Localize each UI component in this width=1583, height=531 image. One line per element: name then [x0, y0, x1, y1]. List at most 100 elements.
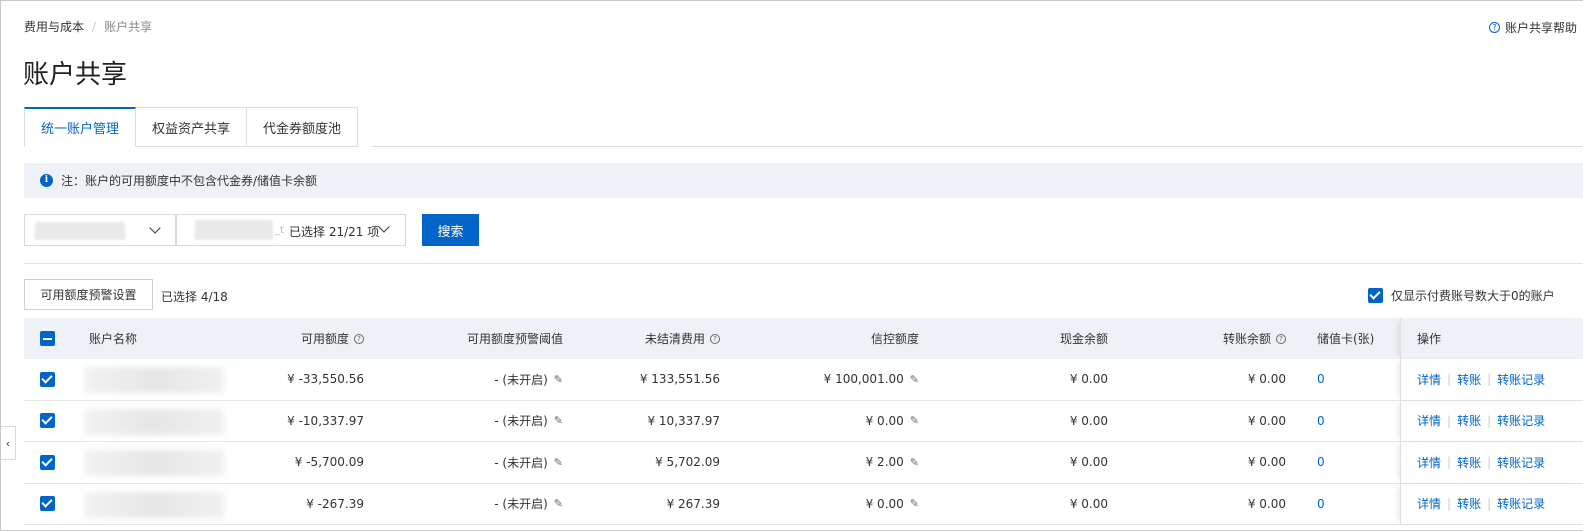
tab-unified-account[interactable]: 统一账户管理 [24, 107, 137, 147]
redacted-account-name [84, 408, 224, 435]
header-ops: 操作 [1417, 332, 1442, 346]
table-row[interactable]: ¥ -5,700.09 - (未开启) ✎ ¥ 5,702.09 ¥ 2.00 ✎ … [24, 442, 1583, 484]
redacted-value [35, 222, 125, 240]
collapse-sidebar-button[interactable]: ‹ [1, 426, 16, 460]
cell-transfer: ¥ 0.00 [1247, 455, 1286, 470]
cell-transfer: ¥ 0.00 [1247, 496, 1286, 511]
cell-cash: ¥ 0.00 [1069, 372, 1108, 387]
page-frame: 费用与成本 / 账户共享 ? 账户共享帮助 账户共享 统一账户管理 权益资产共享… [0, 0, 1583, 531]
detail-link[interactable]: 详情 [1417, 371, 1441, 388]
help-icon[interactable]: ? [710, 333, 720, 344]
row-checkbox[interactable] [40, 371, 55, 387]
account-multi-select[interactable]: _t 已选择 21/21 项 [176, 214, 406, 246]
table-header: 账户名称 可用额度? 可用额度预警阈值 未结清费用? 信控额度 现金余额 转账余… [24, 318, 1583, 359]
row-checkbox[interactable] [40, 496, 55, 512]
breadcrumb-parent[interactable]: 费用与成本 [24, 18, 84, 35]
page-title: 账户共享 [23, 60, 128, 90]
info-icon: i [40, 174, 53, 187]
cell-stored-card[interactable]: 0 [1317, 442, 1325, 483]
redacted-account-name [84, 450, 224, 476]
selected-count: 已选择 4/18 [161, 290, 228, 304]
cell-cash: ¥ 0.00 [1069, 496, 1108, 511]
help-icon: ? [1489, 22, 1500, 33]
cell-available: ¥ -10,337.97 [287, 413, 364, 428]
select-summary: 已选择 21/21 项 [289, 225, 380, 239]
cell-unsettled: ¥ 10,337.97 [647, 413, 720, 428]
header-credit: 信控额度 [870, 332, 919, 346]
header-ops-column: 操作 [1400, 318, 1583, 359]
cell-credit: ¥ 0.00 ✎ [865, 496, 919, 511]
redacted-account-name [84, 367, 224, 393]
edit-icon[interactable]: ✎ [910, 373, 919, 386]
detail-link[interactable]: 详情 [1417, 412, 1441, 429]
divider [24, 263, 1583, 264]
cell-credit: ¥ 2.00 ✎ [865, 455, 919, 470]
select-all-checkbox[interactable] [40, 331, 55, 346]
only-positive-filter[interactable]: 仅显示付费账号数大于0的账户 [1368, 287, 1555, 304]
search-button[interactable]: 搜索 [422, 214, 479, 246]
redacted-value [195, 220, 273, 240]
transfer-link[interactable]: 转账 [1457, 495, 1481, 512]
detail-link[interactable]: 详情 [1417, 454, 1441, 471]
header-name: 账户名称 [89, 332, 138, 346]
header-cash: 现金余额 [1059, 332, 1108, 346]
cell-threshold: - (未开启) ✎ [494, 497, 563, 512]
header-stored-card: 储值卡(张) [1317, 332, 1375, 346]
help-icon[interactable]: ? [354, 333, 364, 344]
table-row[interactable]: ¥ -33,550.56 - (未开启) ✎ ¥ 133,551.56 ¥ 100… [24, 359, 1583, 401]
transfer-records-link[interactable]: 转账记录 [1497, 495, 1545, 512]
chevron-left-icon: ‹ [5, 436, 11, 450]
table-row[interactable]: ¥ -10,337.97 - (未开启) ✎ ¥ 10,337.97 ¥ 0.00… [24, 400, 1583, 442]
notice-bar: i 注：账户的可用额度中不包含代金券/储值卡余额 [24, 163, 1583, 198]
row-checkbox[interactable] [40, 413, 55, 429]
edit-icon[interactable]: ✎ [554, 456, 563, 469]
cell-stored-card[interactable]: 0 [1317, 401, 1325, 442]
help-link[interactable]: ? 账户共享帮助 [1489, 19, 1577, 36]
edit-icon[interactable]: ✎ [910, 456, 919, 469]
transfer-records-link[interactable]: 转账记录 [1497, 454, 1545, 471]
tab-bar: 统一账户管理 权益资产共享 代金券额度池 [24, 107, 359, 147]
account-type-select[interactable] [24, 214, 176, 246]
breadcrumb: 费用与成本 / 账户共享 [24, 18, 152, 35]
cell-unsettled: ¥ 267.39 [666, 496, 720, 511]
edit-icon[interactable]: ✎ [554, 414, 563, 427]
cell-stored-card[interactable]: 0 [1317, 484, 1325, 525]
cell-cash: ¥ 0.00 [1069, 413, 1108, 428]
transfer-link[interactable]: 转账 [1457, 454, 1481, 471]
transfer-records-link[interactable]: 转账记录 [1497, 412, 1545, 429]
tab-benefit-assets[interactable]: 权益资产共享 [136, 107, 248, 147]
detail-link[interactable]: 详情 [1417, 495, 1441, 512]
edit-icon[interactable]: ✎ [554, 373, 563, 386]
edit-icon[interactable]: ✎ [910, 414, 919, 427]
cell-available: ¥ -267.39 [306, 496, 364, 511]
only-positive-label: 仅显示付费账号数大于0的账户 [1391, 289, 1555, 303]
ops-column: 详情 | 转账 | 转账记录 [1400, 483, 1583, 524]
transfer-records-link[interactable]: 转账记录 [1497, 371, 1545, 388]
transfer-link[interactable]: 转账 [1457, 412, 1481, 429]
cell-available: ¥ -33,550.56 [287, 372, 364, 387]
warning-settings-button[interactable]: 可用额度预警设置 [24, 279, 153, 310]
cell-stored-card[interactable]: 0 [1317, 359, 1325, 400]
cell-unsettled: ¥ 5,702.09 [655, 455, 720, 470]
tab-voucher-pool[interactable]: 代金券额度池 [247, 107, 359, 147]
edit-icon[interactable]: ✎ [910, 497, 919, 510]
ops-column: 详情 | 转账 | 转账记录 [1400, 359, 1583, 400]
cell-unsettled: ¥ 133,551.56 [639, 372, 720, 387]
edit-icon[interactable]: ✎ [554, 497, 563, 510]
table-row[interactable]: ¥ -267.39 - (未开启) ✎ ¥ 267.39 ¥ 0.00 ✎ ¥ 0.… [24, 483, 1583, 525]
breadcrumb-current: 账户共享 [104, 20, 153, 34]
cell-transfer: ¥ 0.00 [1247, 413, 1286, 428]
transfer-link[interactable]: 转账 [1457, 371, 1481, 388]
cell-threshold: - (未开启) ✎ [494, 372, 563, 387]
header-threshold: 可用额度预警阈值 [466, 332, 563, 346]
row-checkbox[interactable] [40, 454, 55, 470]
cell-available: ¥ -5,700.09 [294, 455, 364, 470]
help-icon[interactable]: ? [1276, 333, 1286, 344]
chevron-down-icon [378, 221, 390, 233]
ops-column: 详情 | 转账 | 转账记录 [1400, 442, 1583, 483]
checkbox-checked[interactable] [1368, 288, 1383, 303]
cell-transfer: ¥ 0.00 [1247, 372, 1286, 387]
redacted-account-name [84, 491, 224, 518]
cell-credit: ¥ 0.00 ✎ [865, 413, 919, 428]
cell-threshold: - (未开启) ✎ [494, 414, 563, 429]
